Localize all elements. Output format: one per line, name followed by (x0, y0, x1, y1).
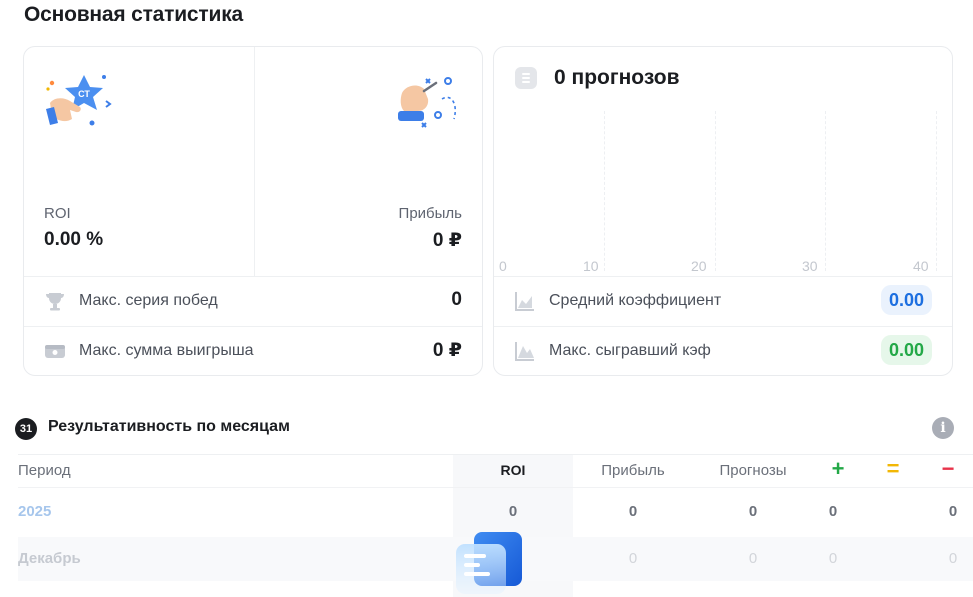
wins-cell: 0 (828, 503, 838, 520)
chart-gridline (825, 111, 826, 271)
losses-cell: 0 (948, 503, 958, 520)
mountain-chart-icon (515, 342, 534, 361)
profit-label: Прибыль (398, 205, 462, 222)
chart-gridline (604, 111, 605, 271)
chart-tick-label: 30 (802, 258, 818, 274)
chart-tick-label: 10 (583, 258, 599, 274)
star-hand-illustration: СТ (46, 75, 112, 126)
column-header-profit[interactable]: Прибыль (573, 462, 693, 479)
document-icon (515, 67, 537, 89)
divider (494, 276, 952, 277)
trophy-icon (46, 293, 64, 311)
divider (18, 454, 973, 455)
chart-gridline (936, 111, 937, 271)
max-win-sum-value: 0 ₽ (432, 340, 462, 361)
forecasts-card: 0 прогнозов 0 10 20 30 40 Средний коэффи… (493, 46, 953, 376)
main-stats-card: СТ ROI 0.00 % Прибыль 0 ₽ Макс. серия по… (23, 46, 483, 376)
max-won-odds-value: 0.00 (880, 335, 932, 365)
losses-cell: 0 (948, 550, 958, 567)
column-header-wins[interactable]: + (818, 456, 858, 482)
area-chart-icon (515, 292, 534, 311)
wins-cell: 0 (828, 550, 838, 567)
column-header-period[interactable]: Период (18, 462, 71, 479)
period-cell[interactable]: Декабрь (18, 550, 81, 567)
period-cell[interactable]: 2025 (18, 503, 51, 520)
wallet-icon (45, 345, 65, 358)
max-win-streak-value: 0 (451, 289, 462, 310)
avg-coefficient-label: Средний коэффициент (549, 292, 722, 309)
max-win-sum-label: Макс. сумма выигрыша (79, 342, 254, 359)
roi-cell: 0 (508, 503, 518, 520)
profit-cell: 0 (628, 550, 638, 567)
column-header-forecasts[interactable]: Прогнозы (693, 462, 813, 479)
divider (24, 326, 482, 327)
page-title: Основная статистика (24, 3, 243, 26)
profit-value: 0 ₽ (432, 230, 462, 251)
divider (254, 47, 255, 276)
divider (494, 326, 952, 327)
roi-value: 0.00 % (44, 229, 104, 250)
calendar-badge-icon: 31 (15, 418, 37, 440)
column-header-losses[interactable]: − (928, 456, 968, 482)
max-win-streak-label: Макс. серия побед (79, 292, 218, 309)
chart-tick-label: 20 (691, 258, 707, 274)
info-icon[interactable]: i (932, 417, 954, 439)
forecasts-cell: 0 (748, 503, 758, 520)
divider (24, 276, 482, 277)
column-header-draws[interactable]: = (873, 456, 913, 482)
svg-text:СТ: СТ (78, 89, 90, 99)
loading-document-icon (456, 532, 522, 594)
chart-tick-label: 40 (913, 258, 929, 274)
tactics-hand-illustration (398, 77, 457, 128)
column-header-roi[interactable]: ROI (453, 462, 573, 478)
profit-cell: 0 (628, 503, 638, 520)
max-won-odds-label: Макс. сыгравший кэф (549, 342, 711, 359)
divider (18, 487, 973, 488)
forecasts-cell: 0 (748, 550, 758, 567)
avg-coefficient-value: 0.00 (880, 285, 932, 315)
roi-label: ROI (44, 205, 71, 222)
chart-tick-label: 0 (499, 258, 507, 274)
monthly-section-title: Результативность по месяцам (48, 418, 290, 435)
chart-gridline (715, 111, 716, 271)
forecasts-count-title: 0 прогнозов (554, 66, 680, 89)
